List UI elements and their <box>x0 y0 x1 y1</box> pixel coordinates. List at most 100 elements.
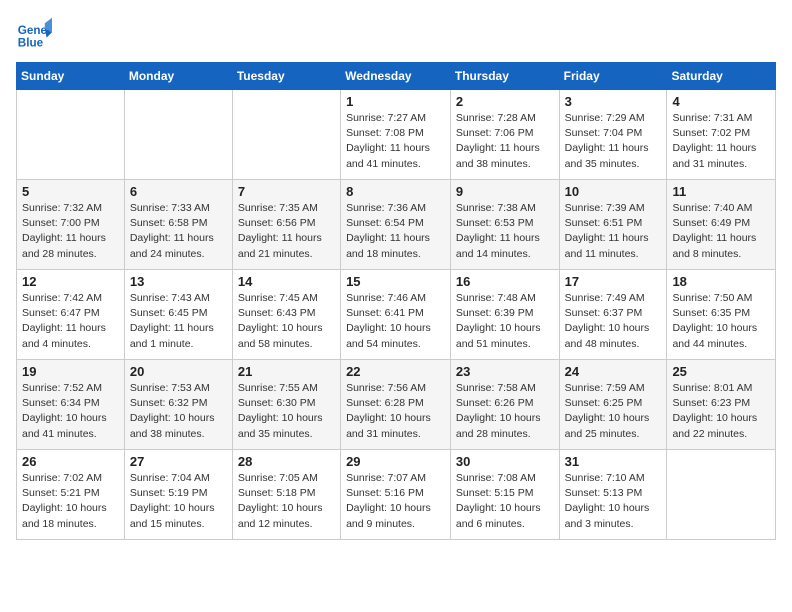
calendar-cell: 14 Sunrise: 7:45 AM Sunset: 6:43 PM Dayli… <box>232 270 340 360</box>
day-number: 30 <box>456 454 554 469</box>
day-detail: Sunrise: 7:31 AM Sunset: 7:02 PM Dayligh… <box>672 111 770 172</box>
day-number: 20 <box>130 364 227 379</box>
calendar-cell <box>17 90 125 180</box>
day-number: 8 <box>346 184 445 199</box>
day-detail: Sunrise: 7:35 AM Sunset: 6:56 PM Dayligh… <box>238 201 335 262</box>
day-detail: Sunrise: 7:43 AM Sunset: 6:45 PM Dayligh… <box>130 291 227 352</box>
day-number: 22 <box>346 364 445 379</box>
day-number: 14 <box>238 274 335 289</box>
calendar-cell: 16 Sunrise: 7:48 AM Sunset: 6:39 PM Dayli… <box>450 270 559 360</box>
day-number: 21 <box>238 364 335 379</box>
day-detail: Sunrise: 7:04 AM Sunset: 5:19 PM Dayligh… <box>130 471 227 532</box>
calendar-cell: 28 Sunrise: 7:05 AM Sunset: 5:18 PM Dayli… <box>232 450 340 540</box>
calendar-cell: 3 Sunrise: 7:29 AM Sunset: 7:04 PM Daylig… <box>559 90 667 180</box>
calendar-cell: 29Sunrise: 7:07 AM Sunset: 5:16 PM Dayli… <box>341 450 451 540</box>
calendar-cell: 12Sunrise: 7:42 AM Sunset: 6:47 PM Dayli… <box>17 270 125 360</box>
day-number: 31 <box>565 454 662 469</box>
day-number: 12 <box>22 274 119 289</box>
day-detail: Sunrise: 7:07 AM Sunset: 5:16 PM Dayligh… <box>346 471 445 532</box>
calendar-cell: 22 Sunrise: 7:56 AM Sunset: 6:28 PM Dayli… <box>341 360 451 450</box>
calendar-cell: 26 Sunrise: 7:02 AM Sunset: 5:21 PM Dayli… <box>17 450 125 540</box>
week-row-2: 5Sunrise: 7:32 AM Sunset: 7:00 PM Daylig… <box>17 180 776 270</box>
day-detail: Sunrise: 7:39 AM Sunset: 6:51 PM Dayligh… <box>565 201 662 262</box>
calendar-cell <box>667 450 776 540</box>
calendar-cell: 18 Sunrise: 7:50 AM Sunset: 6:35 PM Dayli… <box>667 270 776 360</box>
day-detail: Sunrise: 7:58 AM Sunset: 6:26 PM Dayligh… <box>456 381 554 442</box>
day-detail: Sunrise: 7:48 AM Sunset: 6:39 PM Dayligh… <box>456 291 554 352</box>
day-number: 23 <box>456 364 554 379</box>
day-number: 28 <box>238 454 335 469</box>
calendar-cell: 21Sunrise: 7:55 AM Sunset: 6:30 PM Dayli… <box>232 360 340 450</box>
weekday-header-tuesday: Tuesday <box>232 63 340 90</box>
weekday-header-saturday: Saturday <box>667 63 776 90</box>
weekday-header-thursday: Thursday <box>450 63 559 90</box>
calendar-cell: 8Sunrise: 7:36 AM Sunset: 6:54 PM Daylig… <box>341 180 451 270</box>
day-number: 19 <box>22 364 119 379</box>
day-number: 13 <box>130 274 227 289</box>
day-number: 7 <box>238 184 335 199</box>
calendar-cell: 6 Sunrise: 7:33 AM Sunset: 6:58 PM Daylig… <box>124 180 232 270</box>
week-row-3: 12Sunrise: 7:42 AM Sunset: 6:47 PM Dayli… <box>17 270 776 360</box>
day-detail: Sunrise: 7:40 AM Sunset: 6:49 PM Dayligh… <box>672 201 770 262</box>
day-detail: Sunrise: 7:10 AM Sunset: 5:13 PM Dayligh… <box>565 471 662 532</box>
day-detail: Sunrise: 7:56 AM Sunset: 6:28 PM Dayligh… <box>346 381 445 442</box>
day-detail: Sunrise: 8:01 AM Sunset: 6:23 PM Dayligh… <box>672 381 770 442</box>
day-detail: Sunrise: 7:32 AM Sunset: 7:00 PM Dayligh… <box>22 201 119 262</box>
day-number: 1 <box>346 94 445 109</box>
calendar-cell: 13 Sunrise: 7:43 AM Sunset: 6:45 PM Dayli… <box>124 270 232 360</box>
svg-text:Blue: Blue <box>18 37 44 50</box>
day-number: 25 <box>672 364 770 379</box>
day-number: 4 <box>672 94 770 109</box>
week-row-4: 19 Sunrise: 7:52 AM Sunset: 6:34 PM Dayli… <box>17 360 776 450</box>
day-detail: Sunrise: 7:08 AM Sunset: 5:15 PM Dayligh… <box>456 471 554 532</box>
calendar-cell: 25 Sunrise: 8:01 AM Sunset: 6:23 PM Dayli… <box>667 360 776 450</box>
day-number: 6 <box>130 184 227 199</box>
day-detail: Sunrise: 7:33 AM Sunset: 6:58 PM Dayligh… <box>130 201 227 262</box>
day-detail: Sunrise: 7:02 AM Sunset: 5:21 PM Dayligh… <box>22 471 119 532</box>
day-detail: Sunrise: 7:27 AM Sunset: 7:08 PM Dayligh… <box>346 111 445 172</box>
calendar-table: SundayMondayTuesdayWednesdayThursdayFrid… <box>16 62 776 540</box>
calendar-cell: 5Sunrise: 7:32 AM Sunset: 7:00 PM Daylig… <box>17 180 125 270</box>
day-detail: Sunrise: 7:50 AM Sunset: 6:35 PM Dayligh… <box>672 291 770 352</box>
day-number: 27 <box>130 454 227 469</box>
calendar-cell: 2 Sunrise: 7:28 AM Sunset: 7:06 PM Daylig… <box>450 90 559 180</box>
page-header: General Blue <box>16 16 776 52</box>
weekday-header-row: SundayMondayTuesdayWednesdayThursdayFrid… <box>17 63 776 90</box>
calendar-cell <box>124 90 232 180</box>
day-number: 3 <box>565 94 662 109</box>
calendar-cell: 15 Sunrise: 7:46 AM Sunset: 6:41 PM Dayli… <box>341 270 451 360</box>
day-number: 2 <box>456 94 554 109</box>
day-detail: Sunrise: 7:49 AM Sunset: 6:37 PM Dayligh… <box>565 291 662 352</box>
logo: General Blue <box>16 16 52 52</box>
calendar-cell: 1 Sunrise: 7:27 AM Sunset: 7:08 PM Daylig… <box>341 90 451 180</box>
calendar-cell: 30 Sunrise: 7:08 AM Sunset: 5:15 PM Dayli… <box>450 450 559 540</box>
day-detail: Sunrise: 7:53 AM Sunset: 6:32 PM Dayligh… <box>130 381 227 442</box>
calendar-cell: 19 Sunrise: 7:52 AM Sunset: 6:34 PM Dayli… <box>17 360 125 450</box>
week-row-5: 26 Sunrise: 7:02 AM Sunset: 5:21 PM Dayli… <box>17 450 776 540</box>
day-detail: Sunrise: 7:29 AM Sunset: 7:04 PM Dayligh… <box>565 111 662 172</box>
day-detail: Sunrise: 7:46 AM Sunset: 6:41 PM Dayligh… <box>346 291 445 352</box>
week-row-1: 1 Sunrise: 7:27 AM Sunset: 7:08 PM Daylig… <box>17 90 776 180</box>
calendar-cell: 9Sunrise: 7:38 AM Sunset: 6:53 PM Daylig… <box>450 180 559 270</box>
day-number: 15 <box>346 274 445 289</box>
day-detail: Sunrise: 7:28 AM Sunset: 7:06 PM Dayligh… <box>456 111 554 172</box>
calendar-cell: 23 Sunrise: 7:58 AM Sunset: 6:26 PM Dayli… <box>450 360 559 450</box>
day-number: 11 <box>672 184 770 199</box>
day-number: 10 <box>565 184 662 199</box>
logo-icon: General Blue <box>16 16 52 52</box>
calendar-cell <box>232 90 340 180</box>
day-number: 16 <box>456 274 554 289</box>
calendar-cell: 7 Sunrise: 7:35 AM Sunset: 6:56 PM Daylig… <box>232 180 340 270</box>
calendar-cell: 31 Sunrise: 7:10 AM Sunset: 5:13 PM Dayli… <box>559 450 667 540</box>
calendar-cell: 17 Sunrise: 7:49 AM Sunset: 6:37 PM Dayli… <box>559 270 667 360</box>
day-number: 17 <box>565 274 662 289</box>
day-detail: Sunrise: 7:45 AM Sunset: 6:43 PM Dayligh… <box>238 291 335 352</box>
day-detail: Sunrise: 7:59 AM Sunset: 6:25 PM Dayligh… <box>565 381 662 442</box>
day-number: 18 <box>672 274 770 289</box>
day-number: 24 <box>565 364 662 379</box>
calendar-cell: 11 Sunrise: 7:40 AM Sunset: 6:49 PM Dayli… <box>667 180 776 270</box>
day-number: 26 <box>22 454 119 469</box>
day-detail: Sunrise: 7:05 AM Sunset: 5:18 PM Dayligh… <box>238 471 335 532</box>
day-detail: Sunrise: 7:52 AM Sunset: 6:34 PM Dayligh… <box>22 381 119 442</box>
calendar-cell: 10 Sunrise: 7:39 AM Sunset: 6:51 PM Dayli… <box>559 180 667 270</box>
